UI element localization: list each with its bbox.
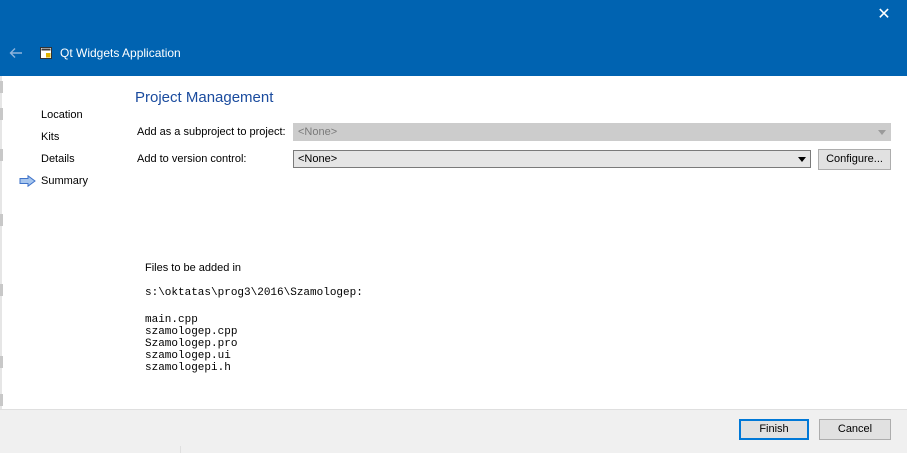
sidebar-item-label: Summary xyxy=(41,175,89,187)
footer-divider xyxy=(180,446,181,453)
cancel-button[interactable]: Cancel xyxy=(819,419,891,440)
close-button[interactable]: ✕ xyxy=(875,6,893,24)
title-bar: ✕ Qt Widgets Application xyxy=(0,0,907,76)
file-item: main.cpp xyxy=(145,314,198,326)
subproject-combobox: <None> xyxy=(293,123,891,141)
version-control-combobox[interactable]: <None> xyxy=(293,150,811,168)
files-summary: Files to be added in s:\oktatas\prog3\20… xyxy=(145,262,363,374)
wizard-steps-sidebar: Location Kits Details Summary xyxy=(18,104,118,192)
subproject-value: <None> xyxy=(298,126,338,138)
current-step-arrow-icon xyxy=(19,175,36,187)
back-arrow-icon[interactable] xyxy=(8,45,24,61)
chevron-down-icon xyxy=(798,157,806,162)
sidebar-item-label: Kits xyxy=(41,131,60,143)
finish-button[interactable]: Finish xyxy=(739,419,809,440)
sidebar-item-label: Location xyxy=(41,109,83,121)
file-item: szamologep.ui xyxy=(145,350,231,362)
file-item: szamologep.cpp xyxy=(145,326,238,338)
window-title: Qt Widgets Application xyxy=(60,46,181,60)
wizard-window: ✕ Qt Widgets Application Location Kits D… xyxy=(0,0,907,453)
sidebar-item-location: Location xyxy=(18,104,118,126)
files-list: main.cpp szamologep.cpp Szamologep.pro s… xyxy=(145,314,363,374)
version-control-label: Add to version control: xyxy=(137,153,247,165)
sidebar-item-summary: Summary xyxy=(18,170,118,192)
page-title: Project Management xyxy=(135,89,274,106)
file-item: Szamologep.pro xyxy=(145,338,238,350)
version-control-value: <None> xyxy=(298,153,338,165)
background-window-edge xyxy=(0,76,3,413)
chevron-down-icon xyxy=(878,130,886,135)
configure-button[interactable]: Configure... xyxy=(818,149,891,170)
file-item: szamologepi.h xyxy=(145,362,231,374)
sidebar-item-kits: Kits xyxy=(18,126,118,148)
files-intro: Files to be added in xyxy=(145,262,242,274)
qt-application-icon xyxy=(40,47,52,59)
sidebar-item-details: Details xyxy=(18,148,118,170)
subproject-label: Add as a subproject to project: xyxy=(137,126,286,138)
files-path: s:\oktatas\prog3\2016\Szamologep: xyxy=(145,287,363,299)
sidebar-item-label: Details xyxy=(41,153,75,165)
